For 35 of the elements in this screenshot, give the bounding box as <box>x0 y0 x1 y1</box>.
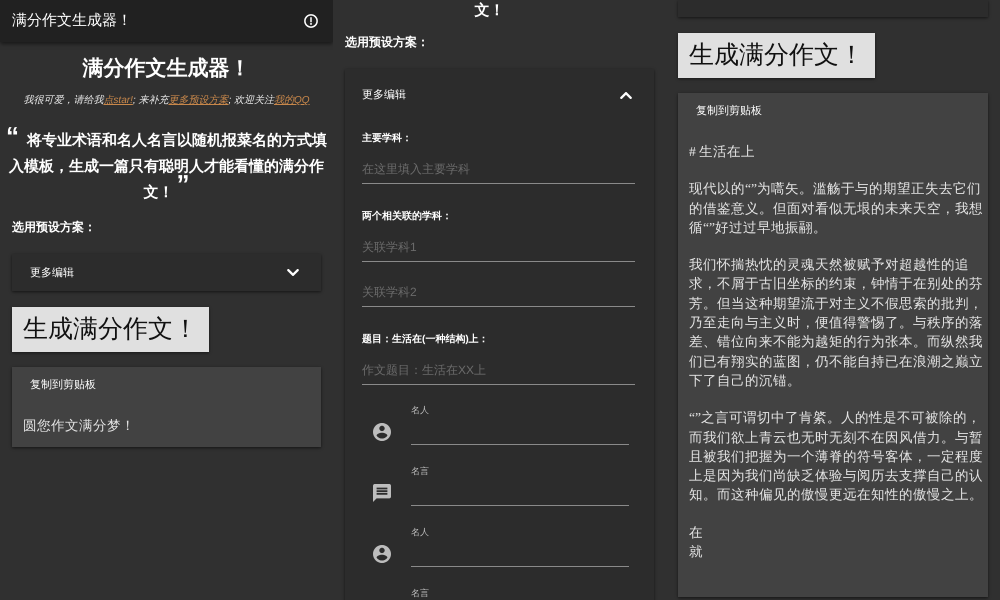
essay-text: 就 <box>689 543 703 562</box>
generate-button[interactable]: 生成满分作文！ <box>678 33 875 78</box>
field-label: 两个相关联的学科： <box>362 210 453 224</box>
celebrity-field[interactable]: 名人 <box>411 526 629 567</box>
subtitle-text: 我很可爱，请给我点star!; 来补充更多预设方案; 欢迎关注我的QQ <box>22 94 311 108</box>
quote-field[interactable]: 名言 <box>411 465 629 506</box>
copy-button[interactable]: 复制到剪贴板 <box>684 97 774 125</box>
celebrity-field[interactable]: 名人 <box>411 404 629 445</box>
quote-text: 文！ <box>474 1 506 21</box>
app-title: 满分作文生成器！ <box>12 11 132 31</box>
text-link[interactable]: 更多预设方案 <box>168 95 228 106</box>
page-heading: 满分作文生成器！ <box>81 56 252 82</box>
essay-text: 现代以的“”为嚆矢。滥觞于与的期望正失去它们的借鉴意义。但面对看似无垠的未来天空，我想循“”好过过早地振翮。 <box>689 180 984 237</box>
text-link[interactable]: 我的QQ <box>274 95 310 106</box>
field-label: 主要学科： <box>362 132 413 146</box>
expansion-panel-header[interactable]: 更多编辑 <box>345 69 654 121</box>
alert-circle-icon[interactable] <box>304 14 318 28</box>
text-input-field[interactable]: 关联学科1 <box>362 232 635 262</box>
essay-text: 在 <box>689 524 703 542</box>
text-link[interactable]: 点star! <box>103 95 133 106</box>
essay-text: 我们怀揣热忱的灵魂天然被赋予对超越性的追求，不屑于古旧坐标的约束，钟情于在别处的芬芳。但当这种期望流于对主义不假思索的批判，乃至走向与主义时，便值得警惕了。与秩序的落差、错位向来不能为越矩的行为张本。而纵然我们已有翔实的蓝图，仍不能自持已在浪潮之巅立下了自己的沉锚。 <box>689 256 984 390</box>
section-heading: 选用预设方案： <box>344 34 430 50</box>
essay-text: 圆您作文满分梦！ <box>23 417 136 435</box>
section-heading: 选用预设方案： <box>11 219 97 235</box>
copy-button[interactable]: 复制到剪贴板 <box>18 371 108 399</box>
quote-field[interactable]: 名言 <box>411 587 629 600</box>
essay-text: “”之言可谓切中了肯綮。人的性是不可被除的，而我们欲上青云也无时无刻不在因风借力。与暂且被我们把握为一个薄脊的符号客体，一定程度上是因为我们尚缺乏体验与阅历去支撑自己的认知。而这种偏见的傲慢更远在知性的傲慢之上。 <box>689 409 984 504</box>
field-label: 题目：生活在(一种结构)上： <box>362 333 490 347</box>
speech-bubble-icon <box>373 484 391 502</box>
text-input-field[interactable]: 关联学科2 <box>362 277 635 307</box>
text-input-field[interactable]: 在这里填入主要学科 <box>362 154 635 184</box>
generate-button[interactable]: 生成满分作文！ <box>12 307 209 352</box>
essay-text: # 生活在上 <box>689 143 756 161</box>
text-input-field[interactable]: 作文题目：生活在XX上 <box>362 355 635 385</box>
expansion-panel-header[interactable]: 更多编辑 <box>12 254 321 291</box>
